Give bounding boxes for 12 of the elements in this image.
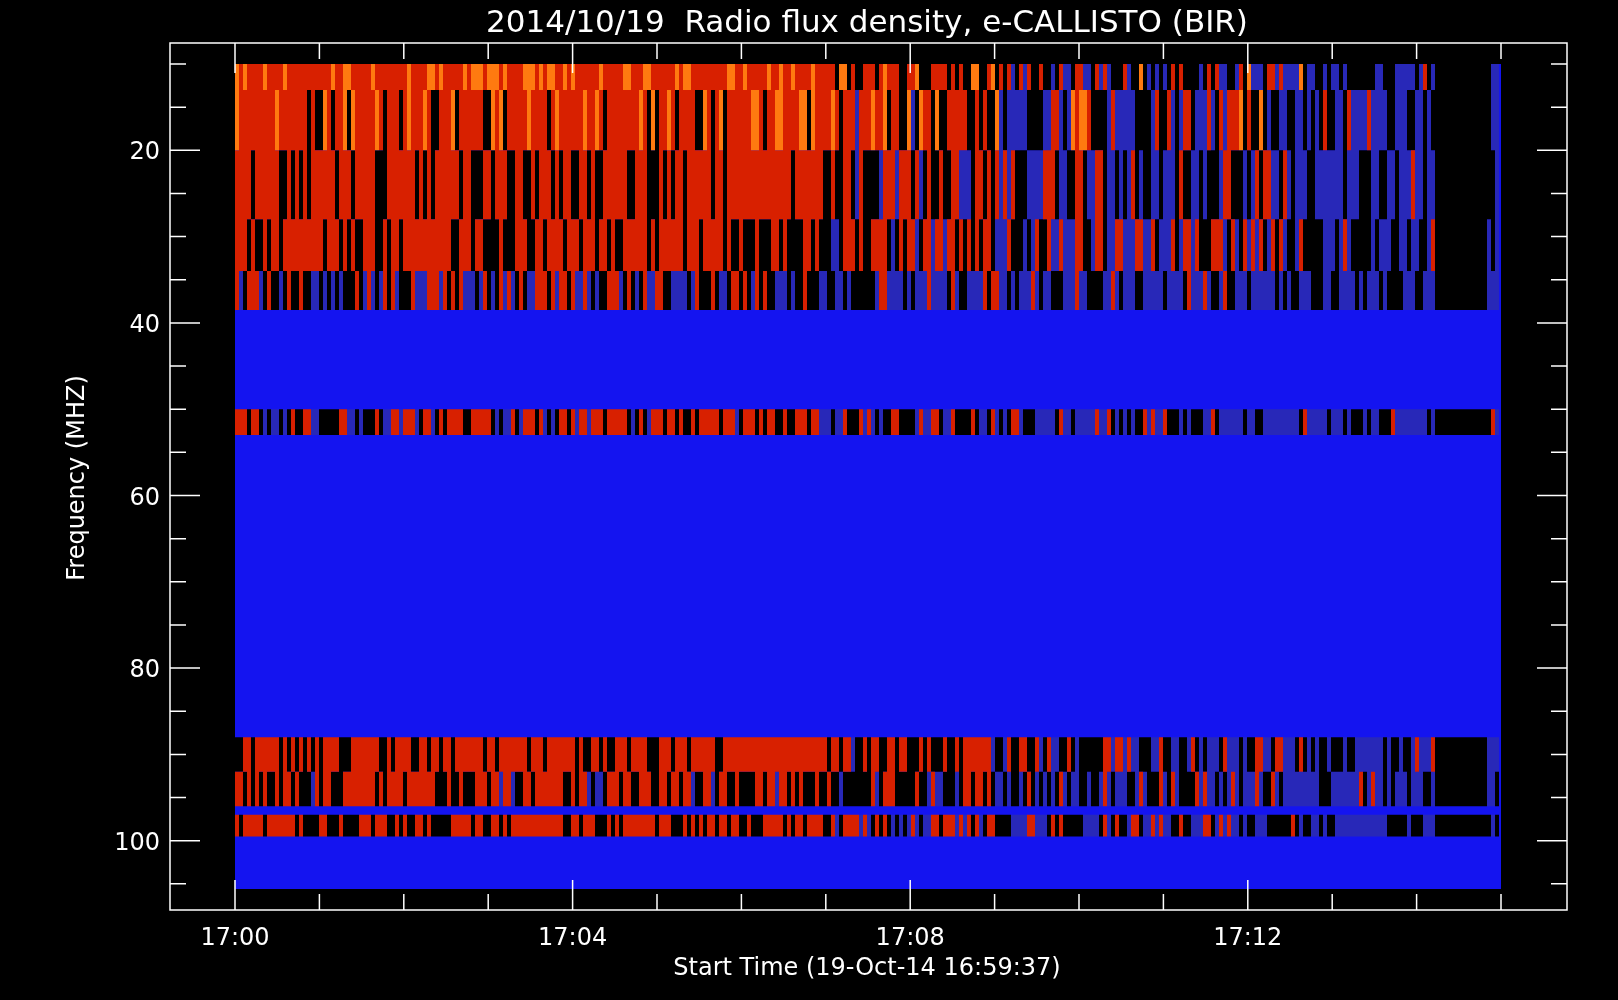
x-axis-label: Start Time (19-Oct-14 16:59:37) [673, 953, 1061, 981]
y-tick-label: 40 [129, 309, 160, 338]
x-tick-label: 17:00 [200, 923, 270, 951]
y-tick-label: 20 [129, 137, 160, 166]
chart-title: 2014/10/19 Radio flux density, e-CALLISTO (BIR) [486, 3, 1248, 39]
x-tick-label: 17:12 [1213, 923, 1283, 951]
y-axis-label: Frequency (MHZ) [62, 375, 90, 581]
y-tick-label: 80 [129, 655, 160, 684]
x-tick-label: 17:08 [875, 923, 945, 951]
y-tick-label: 100 [114, 827, 160, 856]
x-tick-label: 17:04 [538, 923, 608, 951]
y-tick-label: 60 [129, 482, 160, 511]
